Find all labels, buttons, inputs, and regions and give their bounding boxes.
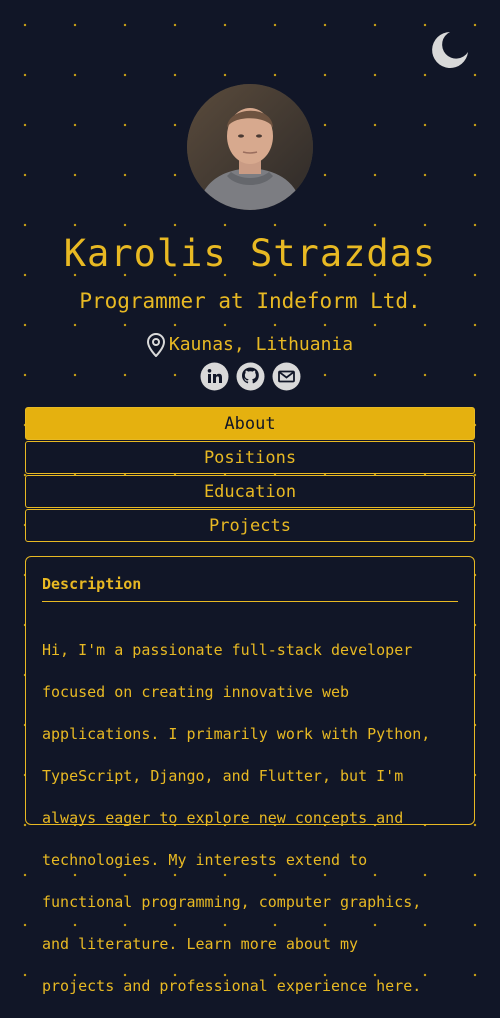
description-line: and literature. Learn more about my xyxy=(42,935,359,953)
tab-projects[interactable]: Projects xyxy=(25,509,475,542)
description-line: focused on creating innovative web xyxy=(42,683,350,701)
description-line: always eager to explore new concepts and xyxy=(42,809,404,827)
mail-icon xyxy=(272,362,300,391)
tab-about[interactable]: About xyxy=(25,407,475,440)
avatar xyxy=(187,84,313,210)
theme-toggle-button[interactable] xyxy=(430,30,470,70)
card-title: Description xyxy=(42,573,458,602)
moon-icon xyxy=(432,32,468,68)
description-line: technologies. My interests extend to xyxy=(42,851,368,869)
section-tabs: About Positions Education Projects xyxy=(25,407,475,543)
github-link[interactable] xyxy=(236,362,265,391)
about-card: Description Hi, I'm a passionate full-st… xyxy=(25,556,475,995)
description-line: projects and professional experience her… xyxy=(42,977,422,995)
location-label: Kaunas, Lithuania xyxy=(168,334,354,355)
social-links xyxy=(0,362,500,391)
description-line: functional programming, computer graphic… xyxy=(42,893,422,911)
tab-positions[interactable]: Positions xyxy=(25,441,475,474)
linkedin-link[interactable] xyxy=(200,362,229,391)
linkedin-icon xyxy=(200,362,228,391)
about-description: Hi, I'm a passionate full-stack develope… xyxy=(42,619,458,1018)
tab-education[interactable]: Education xyxy=(25,475,475,508)
profile-name: Karolis Strazdas xyxy=(63,232,437,275)
map-pin-icon xyxy=(146,333,165,357)
profile-location: Kaunas, Lithuania xyxy=(0,332,500,358)
description-line: Hi, I'm a passionate full-stack develope… xyxy=(42,641,413,659)
description-line: applications. I primarily work with Pyth… xyxy=(42,725,431,743)
profile-role: Programmer at Indeform Ltd. xyxy=(79,289,421,313)
description-line: TypeScript, Django, and Flutter, but I'm xyxy=(42,767,404,785)
github-icon xyxy=(236,362,264,391)
email-link[interactable] xyxy=(272,362,301,391)
